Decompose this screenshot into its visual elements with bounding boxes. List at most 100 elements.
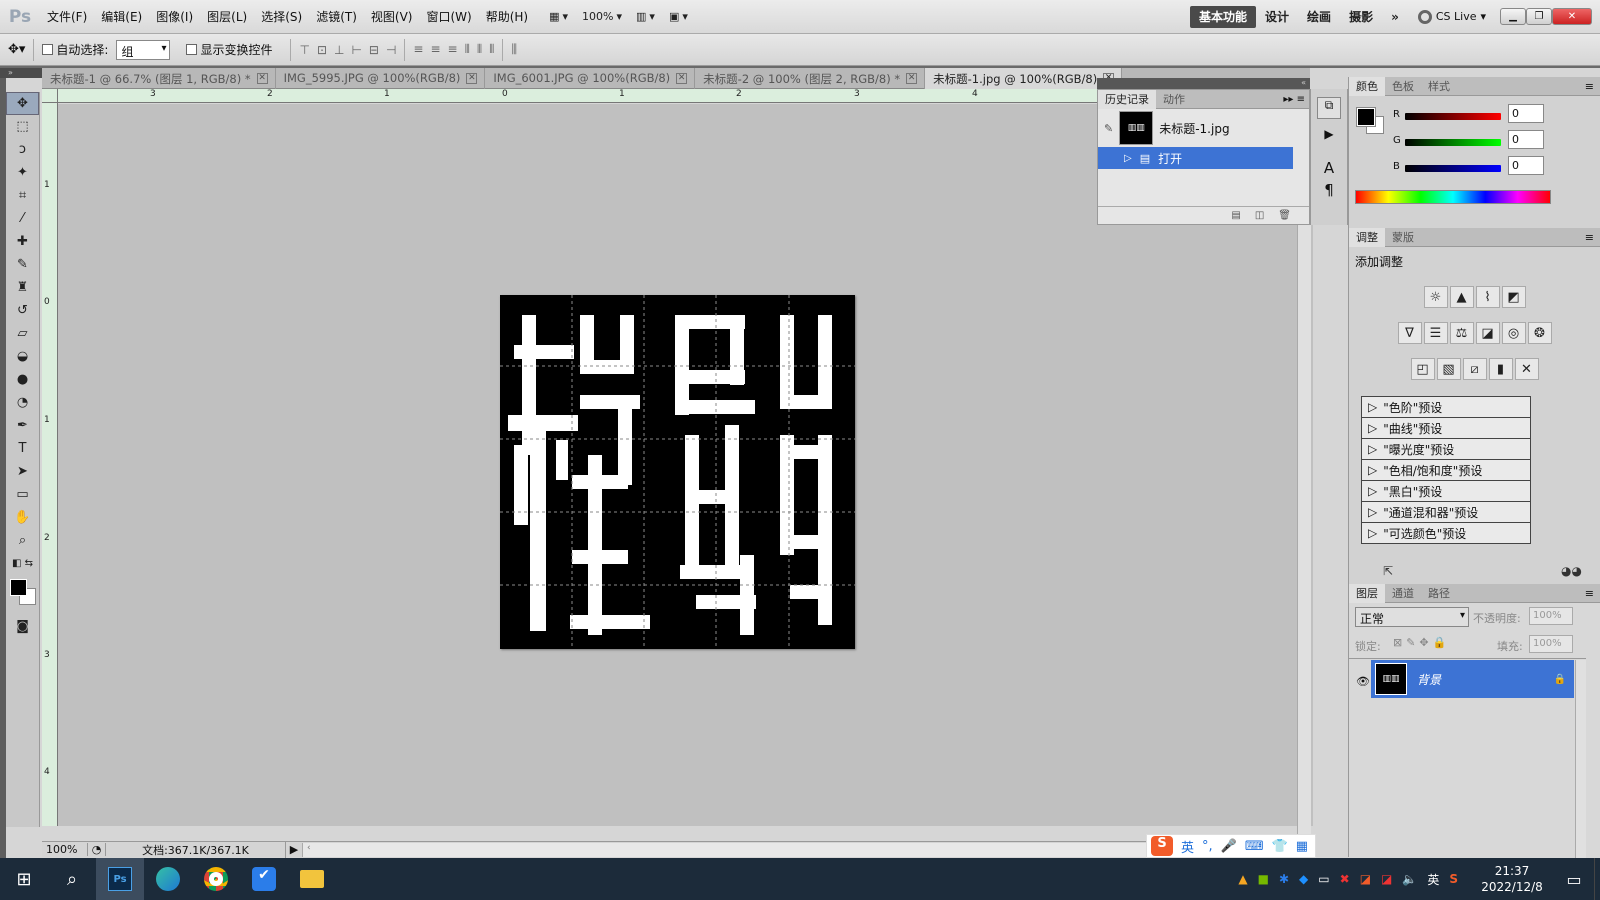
start-button[interactable]: ⊞ [0, 858, 48, 900]
menu-view[interactable]: 视图(V) [364, 8, 420, 25]
selective-color-icon[interactable]: ✕ [1514, 358, 1539, 380]
threshold-icon[interactable]: ⧄ [1462, 358, 1487, 380]
close-icon[interactable]: ✕ [676, 73, 688, 84]
return-to-list-icon[interactable]: ⇱ [1383, 564, 1393, 578]
workspace-photography[interactable]: 摄影 [1340, 8, 1382, 25]
tab-color[interactable]: 颜色 [1349, 76, 1385, 96]
blue-value-input[interactable]: 0 [1508, 156, 1544, 175]
panel-menu-icon[interactable]: ≡ [1585, 587, 1600, 600]
healing-brush-tool-icon[interactable]: ✚ [6, 230, 39, 253]
type-tool-icon[interactable]: T [6, 437, 39, 460]
security-icon[interactable]: ✖ [1340, 872, 1350, 886]
clip-layer-icon[interactable]: ◕◕ [1561, 564, 1582, 578]
maximize-button[interactable]: ❐ [1526, 8, 1552, 25]
levels-icon[interactable]: ▲ [1449, 286, 1474, 308]
cs-live-button[interactable]: CS Live ▾ [1417, 9, 1486, 24]
tray-app-icon[interactable]: ◆ [1299, 872, 1308, 886]
distribute-bottom-icon[interactable]: ≡ [448, 42, 458, 57]
doc-tab-active[interactable]: 未标题-1.jpg @ 100%(RGB/8)✕ [925, 68, 1123, 89]
menu-file[interactable]: 文件(F) [40, 8, 94, 25]
doc-tab[interactable]: 未标题-1 @ 66.7% (图层 1, RGB/8) * ✕ [42, 68, 276, 89]
quick-mask-icon[interactable]: ◙ [6, 615, 39, 638]
layer-row-background[interactable]: ▥▥ 背景 🔒 [1371, 660, 1574, 698]
tab-history[interactable]: 历史记录 [1098, 89, 1156, 109]
tab-styles[interactable]: 样式 [1421, 77, 1457, 96]
brush-tool-icon[interactable]: ✎ [6, 253, 39, 276]
workspace-design[interactable]: 设计 [1256, 8, 1298, 25]
zoom-tool-icon[interactable]: ⌕ [6, 529, 39, 552]
preset-item[interactable]: ▷ "曝光度"预设 [1362, 439, 1530, 460]
arrange-documents-button[interactable]: ▥ ▾ [636, 10, 655, 23]
green-value-input[interactable]: 0 [1508, 130, 1544, 149]
align-right-icon[interactable]: ⊣ [386, 43, 396, 57]
path-select-tool-icon[interactable]: ➤ [6, 460, 39, 483]
workspace-essentials[interactable]: 基本功能 [1190, 5, 1257, 28]
menu-edit[interactable]: 编辑(E) [94, 8, 149, 25]
auto-select-checkbox[interactable]: 自动选择: [42, 41, 108, 58]
taskbar-app-blue[interactable]: ✔ [240, 858, 288, 900]
hand-tool-icon[interactable]: ✋ [6, 506, 39, 529]
invert-icon[interactable]: ◰ [1410, 358, 1435, 380]
screen-mode-button[interactable]: ▣ ▾ [669, 10, 688, 23]
close-button[interactable]: ✕ [1552, 8, 1592, 25]
new-document-icon[interactable]: ▤ [1231, 210, 1240, 221]
brightness-icon[interactable]: ☼ [1423, 286, 1448, 308]
color-fg-swatch[interactable] [1356, 107, 1376, 127]
tab-swatches[interactable]: 色板 [1385, 77, 1421, 96]
bluetooth-icon[interactable]: ✱ [1279, 872, 1289, 886]
nvidia-icon[interactable]: ■ [1258, 872, 1269, 886]
search-button[interactable]: ⌕ [48, 858, 96, 900]
status-menu-arrow-icon[interactable]: ▶ [286, 843, 302, 856]
zoom-level-dropdown[interactable]: 100% ▾ [582, 10, 622, 23]
vertical-ruler[interactable]: 1 0 1 2 3 4 [42, 103, 58, 826]
eyedropper-tool-icon[interactable]: ⁄ [6, 207, 39, 230]
close-icon[interactable]: ✕ [466, 73, 478, 84]
history-brush-tool-icon[interactable]: ↺ [6, 299, 39, 322]
launch-bridge-button[interactable]: ▦ ▾ [549, 10, 568, 23]
channel-mixer-icon[interactable]: ❂ [1527, 322, 1552, 344]
blend-mode-dropdown[interactable]: 正常 [1355, 607, 1469, 627]
lasso-tool-icon[interactable]: ↄ [6, 138, 39, 161]
sogou-tray-icon[interactable]: S [1449, 872, 1458, 886]
volume-icon[interactable]: 🔈 [1402, 872, 1417, 886]
character-panel-icon[interactable]: A [1319, 159, 1339, 177]
status-zoom[interactable]: 100% [42, 843, 88, 856]
move-tool-icon[interactable]: ✥ [6, 92, 39, 115]
paint-bucket-tool-icon[interactable]: ◒ [6, 345, 39, 368]
taskbar-photoshop[interactable]: Ps [96, 858, 144, 900]
menu-select[interactable]: 选择(S) [254, 8, 309, 25]
input-language[interactable]: 英 [1427, 871, 1439, 888]
quick-select-tool-icon[interactable]: ✦ [6, 161, 39, 184]
doc-tab[interactable]: IMG_5995.JPG @ 100%(RGB/8) ✕ [276, 68, 486, 89]
fill-input[interactable]: 100% [1529, 635, 1573, 653]
preset-item[interactable]: ▷ "色阶"预设 [1362, 397, 1530, 418]
align-top-icon[interactable]: ⊤ [299, 43, 309, 57]
microphone-icon[interactable]: 🎤 [1221, 839, 1237, 854]
menu-layer[interactable]: 图层(L) [200, 8, 254, 25]
doc-tab[interactable]: IMG_6001.JPG @ 100%(RGB/8) ✕ [485, 68, 696, 89]
toolbox-icon[interactable]: ▦ [1296, 839, 1308, 854]
red-slider[interactable] [1405, 113, 1501, 120]
preset-item[interactable]: ▷ "通道混和器"预设 [1362, 502, 1530, 523]
panel-menu-icon[interactable]: ≡ [1585, 231, 1600, 244]
menu-filter[interactable]: 滤镜(T) [309, 8, 364, 25]
show-transform-controls-checkbox[interactable]: 显示变换控件 [186, 41, 272, 58]
skin-icon[interactable]: 👕 [1272, 839, 1288, 854]
tray-app-icon[interactable]: ◪ [1360, 872, 1371, 886]
menu-help[interactable]: 帮助(H) [479, 8, 535, 25]
photo-filter-icon[interactable]: ◎ [1501, 322, 1526, 344]
auto-select-dropdown[interactable]: 组 [116, 39, 171, 60]
tab-actions[interactable]: 动作 [1156, 90, 1192, 109]
crop-tool-icon[interactable]: ⌗ [6, 184, 39, 207]
shape-tool-icon[interactable]: ▭ [6, 483, 39, 506]
blur-tool-icon[interactable]: ● [6, 368, 39, 391]
green-slider[interactable] [1405, 139, 1501, 146]
color-spectrum-bar[interactable] [1355, 190, 1551, 204]
document-image[interactable] [500, 295, 855, 649]
pen-tool-icon[interactable]: ✒ [6, 414, 39, 437]
distribute-vcenter-icon[interactable]: ≡ [430, 42, 440, 57]
taskbar-edge[interactable] [144, 858, 192, 900]
ruler-origin[interactable] [42, 89, 58, 103]
blue-slider[interactable] [1405, 165, 1501, 172]
taskbar-chrome[interactable] [192, 858, 240, 900]
